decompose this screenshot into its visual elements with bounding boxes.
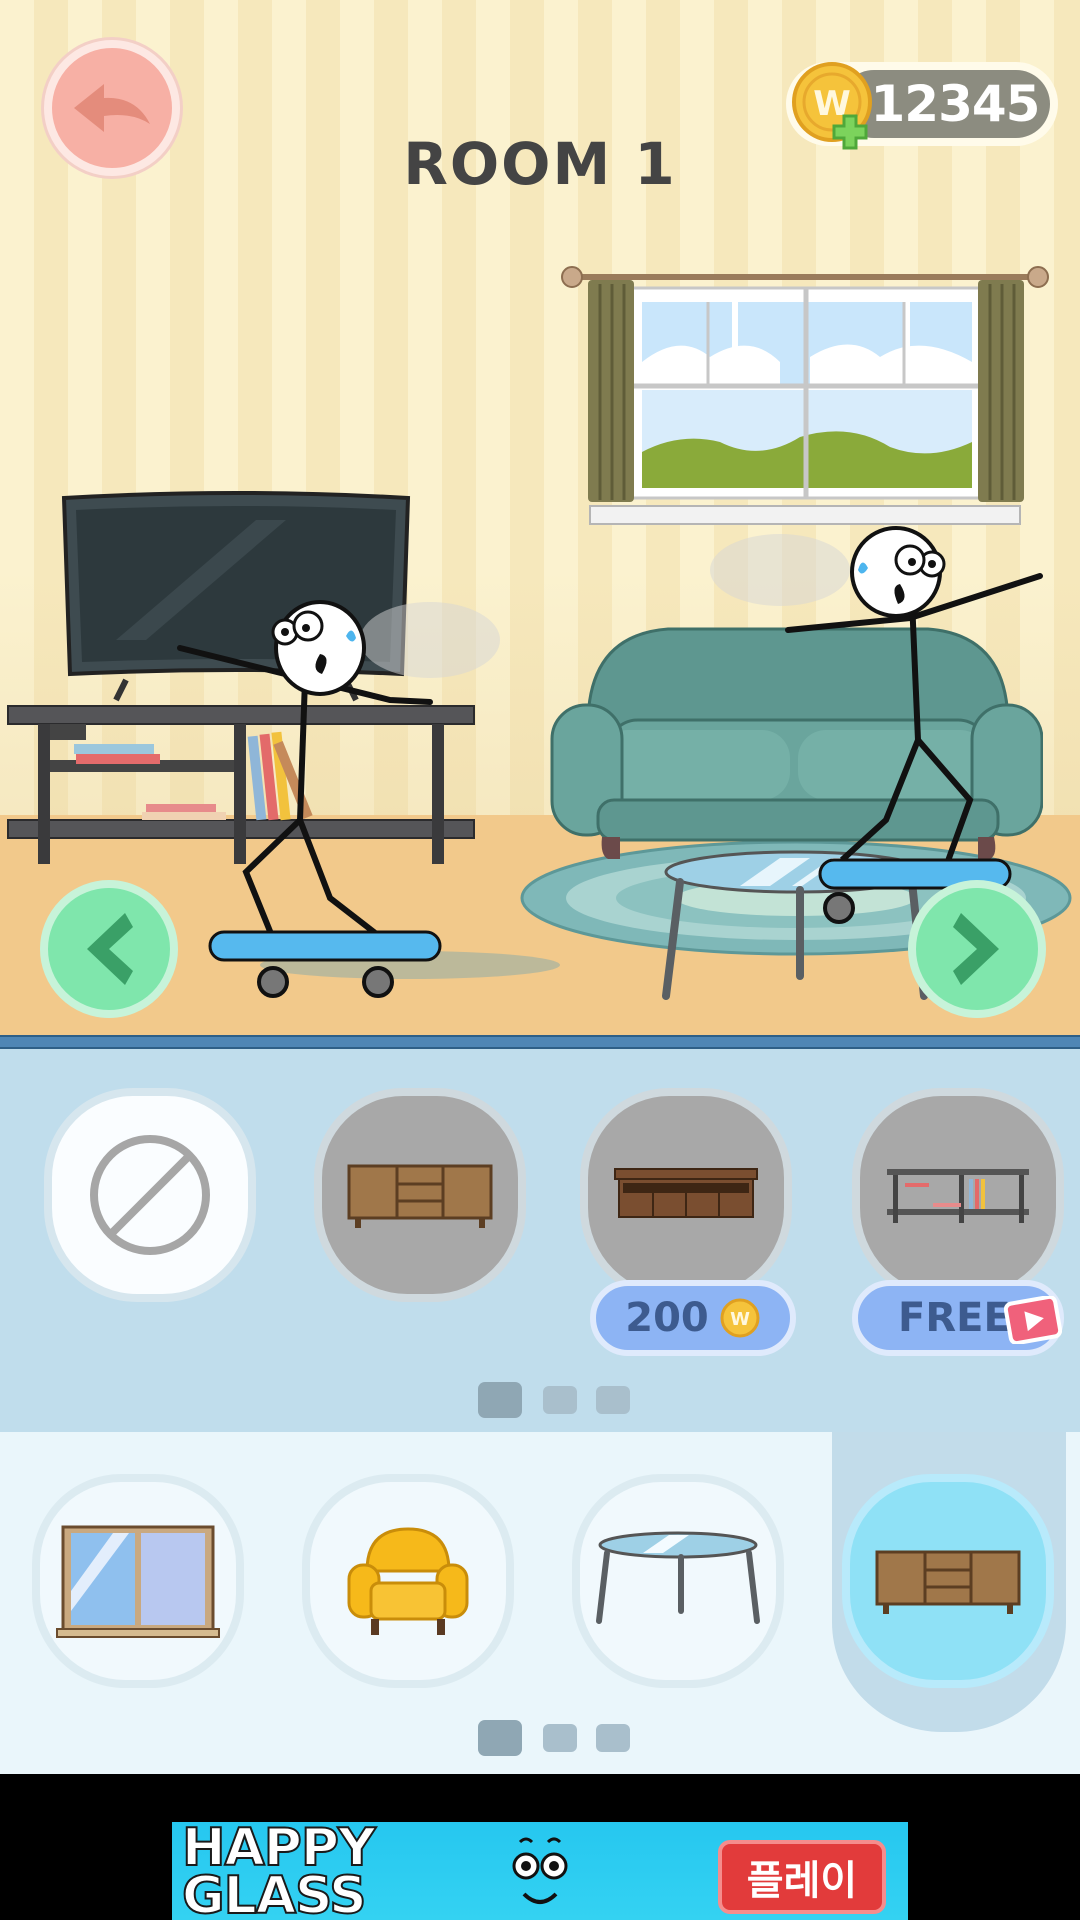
coin-icon: W — [720, 1298, 760, 1338]
none-icon — [90, 1135, 210, 1255]
category-armchair[interactable] — [302, 1474, 514, 1688]
coin-balance: 12345 — [870, 75, 1041, 133]
tv-stand-icon — [614, 1168, 758, 1218]
variant-item-shelf[interactable] — [852, 1088, 1064, 1302]
variant-page-dot-1[interactable] — [478, 1382, 522, 1418]
back-button[interactable] — [44, 40, 180, 176]
category-page-dot-1[interactable] — [478, 1720, 522, 1756]
video-play-icon — [1004, 1296, 1062, 1344]
chevron-right-icon — [953, 913, 999, 985]
armchair-icon — [347, 1527, 469, 1635]
variant-item-none[interactable] — [44, 1088, 256, 1302]
stickman-left — [177, 600, 560, 998]
price-button-200[interactable]: 200 W — [590, 1280, 796, 1356]
ad-banner[interactable]: HAPPY GLASS 플레이 — [172, 1822, 908, 1920]
variant-page-dot-2[interactable] — [543, 1386, 577, 1414]
prev-room-button[interactable] — [40, 880, 178, 1018]
category-window[interactable] — [32, 1474, 244, 1688]
next-room-button[interactable] — [908, 880, 1046, 1018]
variant-item-tv-stand[interactable] — [580, 1088, 792, 1302]
category-coffee-table[interactable] — [572, 1474, 784, 1688]
window-icon — [56, 1525, 220, 1638]
room-scene: 12345 W ROOM 1 — [0, 0, 1080, 1035]
variant-page-dot-3[interactable] — [596, 1386, 630, 1414]
plus-icon[interactable] — [830, 112, 870, 152]
price-label: 200 — [625, 1295, 709, 1341]
svg-text:W: W — [730, 1309, 750, 1330]
room-title: ROOM 1 — [403, 130, 677, 198]
back-arrow-icon — [74, 84, 150, 132]
variant-item-cabinet[interactable] — [314, 1088, 526, 1302]
shelf-icon — [887, 1169, 1029, 1223]
category-page-dot-2[interactable] — [543, 1724, 577, 1752]
glass-face-icon — [512, 1837, 568, 1904]
cabinet-icon — [347, 1164, 493, 1228]
ad-title: HAPPY GLASS — [181, 1822, 377, 1920]
coffee-table-icon — [596, 1531, 760, 1624]
category-page-dot-3[interactable] — [596, 1724, 630, 1752]
ad-play-button[interactable]: 플레이 — [718, 1840, 886, 1914]
window — [561, 266, 1049, 525]
free-label: FREE — [898, 1295, 1011, 1341]
divider — [0, 1035, 1080, 1049]
cabinet-icon — [875, 1550, 1021, 1614]
stickman-right — [710, 526, 1043, 924]
chevron-left-icon — [87, 913, 133, 985]
category-cabinet[interactable] — [842, 1474, 1054, 1688]
